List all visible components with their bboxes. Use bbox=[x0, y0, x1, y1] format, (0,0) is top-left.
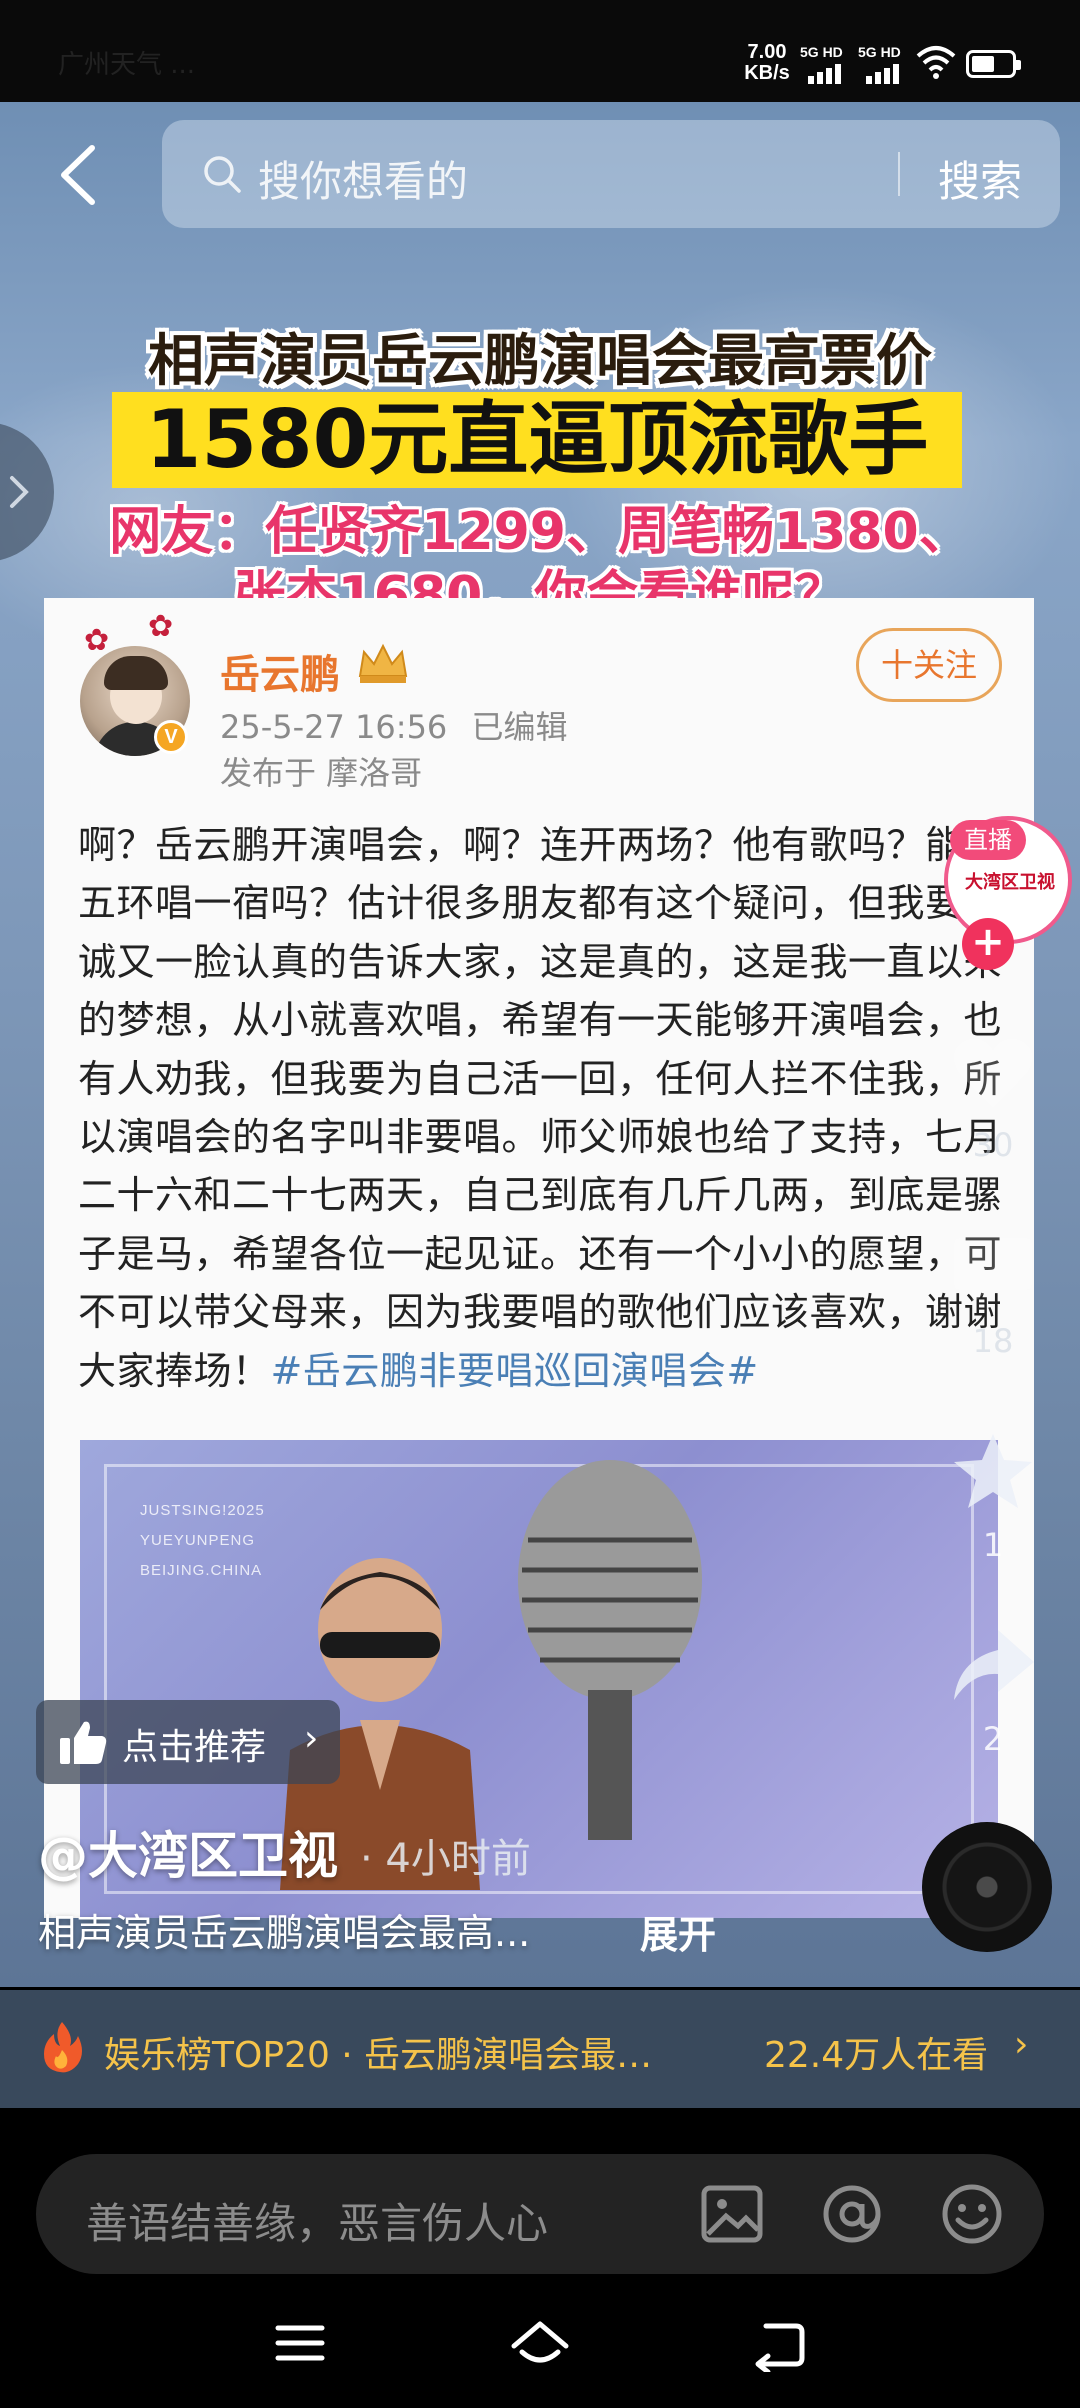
emoji-icon[interactable] bbox=[940, 2182, 1004, 2246]
menu-icon[interactable] bbox=[272, 2318, 328, 2368]
signal-sim2-icon: 5G HD bbox=[858, 44, 912, 84]
search-bar[interactable]: 搜你想看的 搜索 bbox=[162, 120, 1060, 228]
share-button[interactable]: 2 bbox=[938, 1622, 1048, 1758]
like-button[interactable]: 30 bbox=[938, 1028, 1048, 1164]
live-channel-logo: 大湾区卫视 bbox=[965, 872, 1055, 893]
comment-bar: 善语结善缘，恶言伤人心 bbox=[0, 2108, 1080, 2294]
follow-author-button[interactable]: + bbox=[962, 918, 1014, 970]
share-icon bbox=[954, 1630, 1034, 1700]
wifi-icon bbox=[916, 46, 956, 79]
post-body: 啊？岳云鹏开演唱会，啊？连开两场？他有歌吗？能在五环唱一宿吗？估计很多朋友都有这… bbox=[78, 816, 1008, 1400]
post-username: 岳云鹏 bbox=[220, 652, 340, 698]
battery-icon bbox=[966, 50, 1021, 78]
image-caption: JUSTSING!2025 YUEYUNPENG BEIJING.CHINA bbox=[140, 1502, 265, 1579]
recommend-label: 点击推荐 bbox=[122, 1727, 267, 1768]
author-name[interactable]: @大湾区卫视 bbox=[38, 1816, 338, 1888]
video-caption[interactable]: 相声演员岳云鹏演唱会最高... bbox=[38, 1902, 618, 1957]
back-nav-icon[interactable] bbox=[750, 2318, 806, 2372]
share-count: 2 bbox=[982, 1720, 1004, 1758]
post-hashtag: #岳云鹏非要唱巡回演唱会# bbox=[270, 1348, 759, 1393]
comment-icon bbox=[954, 1238, 1032, 1304]
verified-badge-icon: V bbox=[154, 720, 188, 754]
expand-caption-button[interactable]: 展开 bbox=[640, 1904, 716, 1959]
video-headline-line1: 相声演员岳云鹏演唱会最高票价 bbox=[148, 329, 932, 394]
comment-placeholder: 善语结善缘，恶言伤人心 bbox=[86, 2199, 549, 2248]
status-bar: 广州天气 ... 7.00 KB/s 5G HD 5G HD bbox=[0, 0, 1080, 102]
at-icon[interactable] bbox=[820, 2182, 884, 2246]
chevron-right-icon: › bbox=[1014, 2024, 1029, 2065]
video-headline-line3a: 网友：任贤齐1299、周笔畅1380、 bbox=[109, 502, 971, 562]
search-icon bbox=[204, 156, 241, 193]
music-disc-icon[interactable] bbox=[922, 1822, 1052, 1952]
follow-button: 十关注 bbox=[856, 628, 1002, 702]
microphone-figure bbox=[518, 1460, 702, 1840]
star-icon bbox=[954, 1434, 1032, 1508]
status-notification-text: 广州天气 ... bbox=[58, 50, 196, 80]
post-location: 发布于 摩洛哥 bbox=[220, 754, 423, 792]
post-age: · 4小时前 bbox=[360, 1836, 531, 1882]
comment-input[interactable]: 善语结善缘，恶言伤人心 bbox=[36, 2154, 1044, 2274]
post-text: 啊？岳云鹏开演唱会，啊？连开两场？他有歌吗？能在五环唱一宿吗？估计很多朋友都有这… bbox=[78, 823, 1003, 1393]
post-time: 25-5-27 16:56 已编辑 bbox=[220, 708, 568, 746]
heart-icon bbox=[953, 1038, 1033, 1108]
thumbs-up-icon bbox=[60, 1721, 107, 1764]
favorite-count: 1 bbox=[982, 1526, 1004, 1564]
bow-decoration-icon: ✿ bbox=[84, 623, 110, 658]
viewer-count: 22.4万人在看 bbox=[764, 2035, 989, 2076]
live-badge: 直播 bbox=[950, 820, 1026, 860]
crown-icon bbox=[358, 643, 408, 683]
back-icon[interactable] bbox=[52, 142, 104, 208]
system-nav-bar bbox=[0, 2294, 1080, 2408]
home-icon[interactable] bbox=[508, 2318, 572, 2372]
search-input[interactable]: 搜你想看的 bbox=[258, 148, 468, 209]
video-headline-line2: 1580元直逼顶流歌手 bbox=[145, 393, 929, 486]
comment-count: 18 bbox=[972, 1322, 1014, 1360]
network-speed: 7.00 KB/s bbox=[738, 42, 796, 84]
recommend-button[interactable]: 点击推荐 › bbox=[36, 1700, 340, 1784]
bow-decoration-icon: ✿ bbox=[148, 609, 174, 644]
trending-bar[interactable]: 娱乐榜TOP20 · 岳云鹏演唱会最… 22.4万人在看 › bbox=[0, 1990, 1080, 2108]
network-speed-value: 7.00 bbox=[747, 41, 787, 63]
search-button[interactable]: 搜索 bbox=[938, 148, 1022, 209]
favorite-button[interactable]: 1 bbox=[938, 1428, 1048, 1564]
like-count: 30 bbox=[972, 1126, 1014, 1164]
search-divider bbox=[898, 152, 900, 196]
network-speed-unit: KB/s bbox=[744, 62, 790, 84]
trending-topic[interactable]: 娱乐榜TOP20 · 岳云鹏演唱会最… bbox=[104, 2026, 704, 2078]
signal-sim1-icon: 5G HD bbox=[800, 44, 854, 84]
chevron-right-icon: › bbox=[304, 1718, 319, 1759]
comment-button[interactable]: 18 bbox=[938, 1224, 1048, 1360]
image-icon[interactable] bbox=[700, 2182, 764, 2246]
fire-icon bbox=[44, 2022, 82, 2073]
